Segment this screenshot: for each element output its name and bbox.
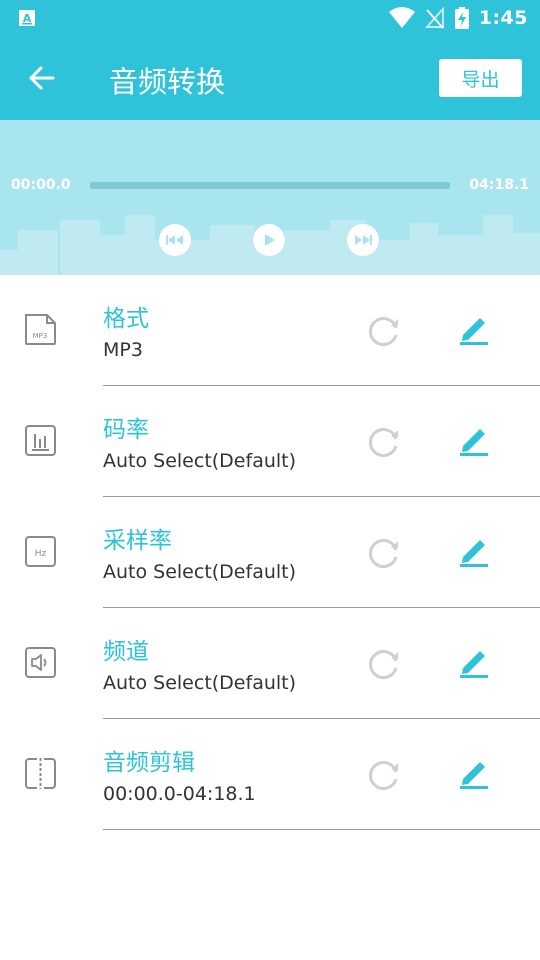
export-button[interactable]: 导出	[439, 59, 522, 97]
speaker-icon	[25, 647, 56, 678]
page-title: 音频转换	[109, 65, 226, 99]
status-time: 1:45	[478, 7, 528, 29]
reset-icon[interactable]	[366, 757, 402, 793]
setting-value: Auto Select(Default)	[103, 672, 297, 694]
edit-pencil-icon[interactable]	[456, 755, 492, 791]
setting-row-clip[interactable]: 音频剪辑 00:00.0-04:18.1	[0, 719, 540, 830]
edit-pencil-icon[interactable]	[456, 311, 492, 347]
hz-icon: Hz	[25, 536, 56, 567]
reset-icon[interactable]	[366, 424, 402, 460]
reset-icon[interactable]	[366, 646, 402, 682]
setting-label: 格式	[103, 306, 149, 332]
cut-icon	[25, 758, 56, 789]
reset-icon[interactable]	[366, 313, 402, 349]
setting-row-bitrate[interactable]: 码率 Auto Select(Default)	[0, 386, 540, 497]
setting-value: MP3	[103, 339, 143, 361]
setting-value: Auto Select(Default)	[103, 561, 297, 583]
mp3-file-icon: MP3	[25, 314, 56, 345]
edit-pencil-icon[interactable]	[456, 422, 492, 458]
setting-row-format[interactable]: MP3 格式 MP3	[0, 275, 540, 386]
reset-icon[interactable]	[366, 535, 402, 571]
seek-bar[interactable]	[90, 182, 450, 189]
edit-pencil-icon[interactable]	[456, 533, 492, 569]
total-time: 04:18.1	[469, 177, 529, 193]
rewind-button[interactable]	[159, 224, 191, 256]
app-bar: 音频转换 导出	[0, 36, 540, 120]
fast-forward-icon	[355, 235, 372, 245]
fast-forward-button[interactable]	[347, 224, 379, 256]
svg-text:Hz: Hz	[35, 549, 47, 559]
play-icon	[265, 234, 275, 246]
battery-charging-icon	[454, 7, 469, 29]
setting-value: 00:00.0-04:18.1	[103, 783, 256, 805]
setting-label: 码率	[103, 417, 149, 443]
keyboard-notification-icon: A	[19, 10, 35, 26]
no-signal-icon	[424, 7, 444, 29]
audio-player: 00:00.0 04:18.1	[0, 120, 540, 275]
settings-list: MP3 格式 MP3 码率 Auto Select(Default) Hz 采样…	[0, 275, 540, 830]
bitrate-icon	[25, 425, 56, 456]
rewind-icon	[166, 235, 183, 245]
setting-row-sample-rate[interactable]: Hz 采样率 Auto Select(Default)	[0, 497, 540, 608]
back-arrow-icon[interactable]	[25, 61, 59, 95]
status-bar: A 1:45	[0, 0, 540, 36]
setting-value: Auto Select(Default)	[103, 450, 297, 472]
setting-label: 采样率	[103, 528, 172, 554]
current-time: 00:00.0	[11, 177, 71, 193]
setting-label: 频道	[103, 639, 149, 665]
play-button[interactable]	[253, 224, 285, 256]
divider	[103, 829, 540, 830]
setting-row-channel[interactable]: 频道 Auto Select(Default)	[0, 608, 540, 719]
wifi-icon	[388, 7, 415, 28]
edit-pencil-icon[interactable]	[456, 644, 492, 680]
svg-text:MP3: MP3	[33, 332, 48, 340]
setting-label: 音频剪辑	[103, 750, 195, 776]
